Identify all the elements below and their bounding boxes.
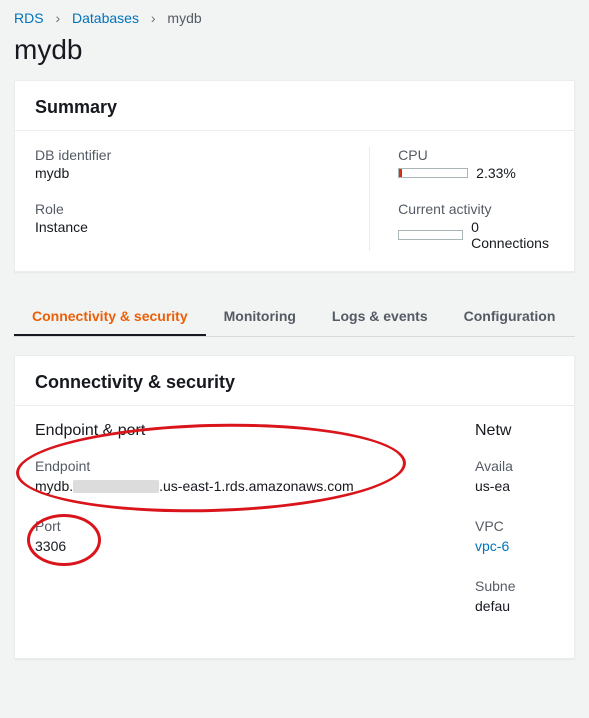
endpoint-prefix: mydb. — [35, 478, 73, 494]
port-field: Port 3306 — [35, 518, 455, 554]
vpc-value[interactable]: vpc-6 — [475, 538, 554, 554]
availability-zone-field: Availa us-ea — [475, 458, 554, 494]
summary-heading: Summary — [15, 81, 574, 131]
db-identifier-label: DB identifier — [35, 147, 369, 163]
subnet-field: Subne defau — [475, 578, 554, 614]
chevron-right-icon: › — [47, 10, 68, 26]
cpu-field: CPU 2.33% — [398, 147, 554, 181]
breadcrumb-databases[interactable]: Databases — [72, 10, 139, 26]
activity-field: Current activity 0 Connections — [398, 201, 554, 251]
subnet-label: Subne — [475, 578, 554, 594]
endpoint-field: Endpoint mydb. .us-east-1.rds.amazonaws.c… — [35, 458, 455, 494]
az-label: Availa — [475, 458, 554, 474]
role-value: Instance — [35, 219, 369, 235]
role-field: Role Instance — [35, 201, 369, 235]
endpoint-redacted — [73, 480, 159, 493]
az-value: us-ea — [475, 478, 554, 494]
cpu-meter — [398, 168, 468, 178]
db-identifier-field: DB identifier mydb — [35, 147, 369, 181]
vpc-field: VPC vpc-6 — [475, 518, 554, 554]
tabs: Connectivity & security Monitoring Logs … — [14, 290, 575, 337]
tab-connectivity-security[interactable]: Connectivity & security — [14, 296, 206, 336]
activity-label: Current activity — [398, 201, 554, 217]
cpu-label: CPU — [398, 147, 554, 163]
connectivity-security-heading: Connectivity & security — [15, 356, 574, 406]
summary-panel: Summary DB identifier mydb Role Instance… — [14, 80, 575, 272]
breadcrumb-current: mydb — [167, 10, 201, 26]
subnet-value: defau — [475, 598, 554, 614]
chevron-right-icon: › — [143, 10, 164, 26]
tab-monitoring[interactable]: Monitoring — [206, 296, 314, 336]
tab-logs-events[interactable]: Logs & events — [314, 296, 446, 336]
activity-meter — [398, 230, 463, 240]
vpc-label: VPC — [475, 518, 554, 534]
endpoint-value: mydb. .us-east-1.rds.amazonaws.com — [35, 478, 455, 494]
endpoint-suffix: .us-east-1.rds.amazonaws.com — [159, 478, 354, 494]
endpoint-port-heading: Endpoint & port — [35, 422, 455, 440]
db-identifier-value: mydb — [35, 165, 369, 181]
port-label: Port — [35, 518, 455, 534]
activity-value: 0 Connections — [471, 219, 554, 251]
networking-heading: Netw — [475, 422, 554, 440]
endpoint-label: Endpoint — [35, 458, 455, 474]
role-label: Role — [35, 201, 369, 217]
breadcrumb: RDS › Databases › mydb — [0, 0, 589, 30]
page-title: mydb — [14, 34, 575, 66]
breadcrumb-rds[interactable]: RDS — [14, 10, 44, 26]
connectivity-security-panel: Connectivity & security Endpoint & port … — [14, 355, 575, 659]
cpu-value: 2.33% — [476, 165, 516, 181]
tab-configuration[interactable]: Configuration — [446, 296, 574, 336]
port-value: 3306 — [35, 538, 455, 554]
